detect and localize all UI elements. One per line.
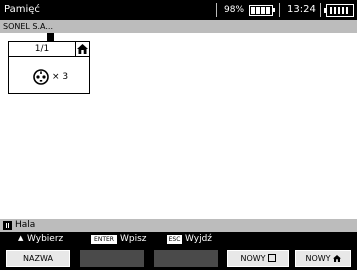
clock: 13:24: [287, 4, 316, 15]
title-separator: [320, 3, 321, 17]
object-box-icon: [267, 254, 276, 262]
name-button-label: NAZWA: [23, 254, 53, 263]
socket-count: × 3: [52, 72, 69, 82]
memory-card-icon: [324, 4, 354, 17]
esc-key-icon: ESC: [167, 235, 182, 244]
location-bar: Hala: [0, 219, 357, 232]
object-number: 1/1: [34, 44, 50, 54]
key-hints-bar: ▲ Wybierz ENTER Wpisz ESC Wyjdź: [0, 232, 357, 247]
location-label: Hala: [15, 220, 36, 230]
home-icon: [332, 255, 341, 262]
memory-object-card[interactable]: 1/1 × 3: [8, 41, 90, 94]
memory-path: SONEL S.A...: [0, 20, 357, 33]
battery-icon: [249, 5, 273, 16]
new-location-label: NOWY: [305, 254, 331, 263]
screen-title: Pamięć: [4, 4, 40, 15]
new-object-button[interactable]: NOWY: [227, 250, 289, 267]
location-marker-icon: [3, 221, 12, 230]
battery-tip: [273, 8, 275, 12]
function-key-bar: NAZWA NOWY NOWY: [0, 247, 357, 270]
battery-percent: 98%: [224, 5, 245, 15]
title-bar: Pamięć 98% 13:24: [0, 0, 357, 20]
hint-enter: Wpisz: [120, 234, 147, 244]
new-location-button[interactable]: NOWY: [295, 250, 351, 267]
enter-key-icon: ENTER: [91, 235, 117, 244]
meter-screen: Pamięć 98% 13:24 SONEL S.A... 1/1 × 3 Ha…: [0, 0, 357, 270]
card-body: × 3: [9, 57, 89, 93]
arrow-up-icon: ▲: [18, 234, 24, 242]
path-text: SONEL S.A...: [3, 22, 53, 31]
function-key-3-empty: [154, 250, 218, 267]
socket-icon: [33, 69, 49, 85]
home-icon: [77, 44, 88, 54]
tree-connector: [47, 33, 54, 41]
title-separator: [216, 3, 217, 17]
title-separator: [279, 3, 280, 17]
hint-select: Wybierz: [27, 234, 64, 244]
new-object-label: NOWY: [240, 254, 266, 263]
card-header: 1/1: [9, 42, 89, 57]
hint-exit: Wyjdź: [185, 234, 213, 244]
function-key-2-empty: [80, 250, 144, 267]
name-button[interactable]: NAZWA: [6, 250, 70, 267]
